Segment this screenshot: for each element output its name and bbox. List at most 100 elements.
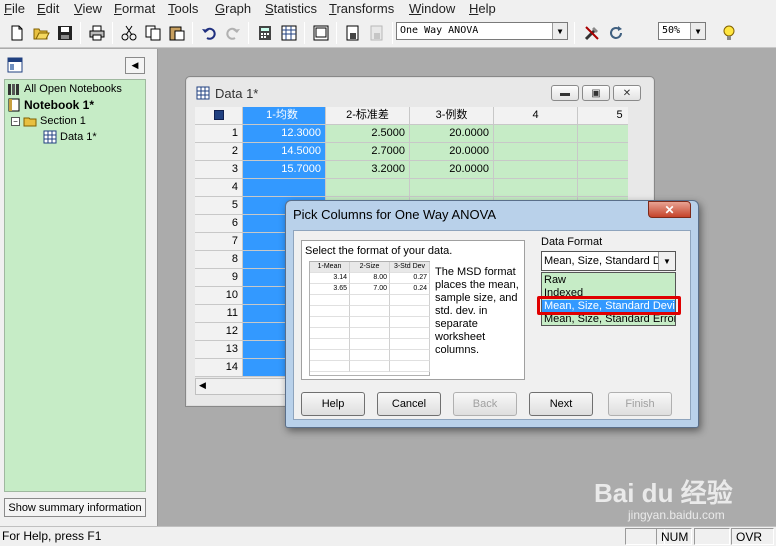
tree-node-worksheet[interactable]: Data 1* xyxy=(43,130,97,144)
open-icon[interactable] xyxy=(30,22,52,44)
collapse-icon[interactable]: − xyxy=(11,116,20,126)
worksheet-icon[interactable] xyxy=(278,22,300,44)
table-cell[interactable] xyxy=(578,179,628,197)
column-header[interactable]: 3-例数 xyxy=(410,107,494,125)
table-cell[interactable] xyxy=(326,179,410,197)
menu-transforms[interactable]: Transforms xyxy=(329,1,394,16)
menu-statistics[interactable]: Statistics xyxy=(265,1,317,16)
table-cell[interactable]: 12.3000 xyxy=(243,125,326,143)
row-header[interactable]: 5 xyxy=(195,197,243,215)
table-cell[interactable] xyxy=(494,143,578,161)
chevron-down-icon[interactable]: ▼ xyxy=(690,23,705,39)
example-cell xyxy=(390,328,430,339)
row-header[interactable]: 7 xyxy=(195,233,243,251)
row-header[interactable]: 9 xyxy=(195,269,243,287)
paste-icon[interactable] xyxy=(166,22,188,44)
copy-icon[interactable] xyxy=(142,22,164,44)
page-icon[interactable] xyxy=(310,22,332,44)
minimize-button[interactable]: ▬ xyxy=(551,85,579,101)
notebook-manager-icon[interactable] xyxy=(4,54,26,76)
row-header[interactable]: 10 xyxy=(195,287,243,305)
row-header[interactable]: 13 xyxy=(195,341,243,359)
next-button[interactable]: Next xyxy=(529,392,593,416)
collapse-panel-button[interactable]: ◀ xyxy=(125,57,145,74)
test-combo[interactable]: One Way ANOVA ▼ xyxy=(396,22,568,40)
tree-node-root[interactable]: All Open Notebooks xyxy=(7,82,122,96)
horizontal-scrollbar[interactable]: ◀ xyxy=(195,378,287,395)
print-icon[interactable] xyxy=(86,22,108,44)
table-cell[interactable] xyxy=(578,125,628,143)
table-cell[interactable]: 14.5000 xyxy=(243,143,326,161)
menu-help[interactable]: Help xyxy=(469,1,496,16)
data-format-select[interactable]: Mean, Size, Standard Deviation ▼ xyxy=(541,251,676,271)
dialog-close-button[interactable]: ✕ xyxy=(648,201,691,218)
table-cell[interactable] xyxy=(494,161,578,179)
column-header[interactable]: 4 xyxy=(494,107,578,125)
finish-button[interactable]: Finish xyxy=(608,392,672,416)
menu-window[interactable]: Window xyxy=(409,1,455,16)
table-cell[interactable]: 20.0000 xyxy=(410,143,494,161)
show-summary-button[interactable]: Show summary information xyxy=(4,498,146,517)
cancel-button[interactable]: Cancel xyxy=(377,392,441,416)
report-icon[interactable] xyxy=(342,22,364,44)
new-icon[interactable] xyxy=(6,22,28,44)
table-cell[interactable] xyxy=(410,179,494,197)
format-option-raw[interactable]: Raw xyxy=(544,274,566,287)
redo-icon[interactable] xyxy=(222,22,244,44)
menu-graph[interactable]: Graph xyxy=(215,1,251,16)
notebook-icon[interactable] xyxy=(366,22,388,44)
table-cell[interactable]: 2.7000 xyxy=(326,143,410,161)
row-header[interactable]: 4 xyxy=(195,179,243,197)
column-header[interactable]: 1-均数 xyxy=(243,107,326,125)
zoom-combo[interactable]: 50% ▼ xyxy=(658,22,706,40)
tools-icon[interactable] xyxy=(581,22,603,44)
table-cell[interactable]: 3.2000 xyxy=(326,161,410,179)
table-cell[interactable] xyxy=(494,179,578,197)
tree-node-section[interactable]: − Section 1 xyxy=(11,114,86,128)
row-header[interactable]: 1 xyxy=(195,125,243,143)
example-cell xyxy=(350,328,390,339)
save-icon[interactable] xyxy=(54,22,76,44)
chevron-down-icon[interactable]: ▼ xyxy=(658,252,675,270)
grid-corner[interactable] xyxy=(195,107,243,125)
example-header: 1-Mean xyxy=(310,262,350,273)
table-cell[interactable]: 2.5000 xyxy=(326,125,410,143)
help-button[interactable]: Help xyxy=(301,392,365,416)
maximize-button[interactable]: ▣ xyxy=(582,85,610,101)
row-header[interactable]: 3 xyxy=(195,161,243,179)
column-header[interactable]: 5 xyxy=(578,107,628,125)
row-header[interactable]: 12 xyxy=(195,323,243,341)
row-header[interactable]: 14 xyxy=(195,359,243,377)
example-cell xyxy=(350,295,390,306)
table-cell[interactable] xyxy=(243,179,326,197)
calculator-icon[interactable] xyxy=(254,22,276,44)
table-cell[interactable]: 20.0000 xyxy=(410,125,494,143)
table-cell[interactable] xyxy=(578,143,628,161)
chevron-down-icon[interactable]: ▼ xyxy=(552,23,567,39)
select-all-icon[interactable] xyxy=(213,110,224,120)
undo-icon[interactable] xyxy=(198,22,220,44)
row-header[interactable]: 8 xyxy=(195,251,243,269)
table-cell[interactable]: 20.0000 xyxy=(410,161,494,179)
menu-format[interactable]: Format xyxy=(114,1,155,16)
column-header[interactable]: 2-标准差 xyxy=(326,107,410,125)
menu-tools[interactable]: Tools xyxy=(168,1,198,16)
scroll-left-icon[interactable]: ◀ xyxy=(199,380,206,391)
back-button[interactable]: Back xyxy=(453,392,517,416)
row-header[interactable]: 11 xyxy=(195,305,243,323)
row-header[interactable]: 6 xyxy=(195,215,243,233)
table-cell[interactable]: 15.7000 xyxy=(243,161,326,179)
close-button[interactable]: ✕ xyxy=(613,85,641,101)
menu-file[interactable]: File xyxy=(4,1,25,16)
table-cell[interactable] xyxy=(494,125,578,143)
lightbulb-icon[interactable] xyxy=(718,22,740,44)
table-cell[interactable] xyxy=(578,161,628,179)
rerun-icon[interactable] xyxy=(605,22,627,44)
tree-root-label: All Open Notebooks xyxy=(24,83,122,95)
menu-edit[interactable]: Edit xyxy=(37,1,59,16)
menu-view[interactable]: View xyxy=(74,1,102,16)
cut-icon[interactable] xyxy=(118,22,140,44)
tree-node-notebook[interactable]: Notebook 1* xyxy=(7,98,94,112)
row-header[interactable]: 2 xyxy=(195,143,243,161)
example-cell xyxy=(390,295,430,306)
